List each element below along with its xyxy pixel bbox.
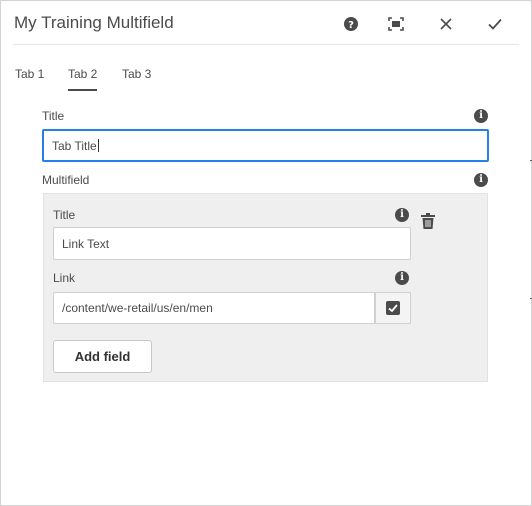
item-link-label: Link xyxy=(53,271,76,285)
tab-2[interactable]: Tab 2 xyxy=(68,67,98,91)
close-button[interactable] xyxy=(434,12,458,36)
help-icon: ? xyxy=(344,17,358,31)
link-path-input[interactable]: /content/we-retail/us/en/men xyxy=(53,292,375,324)
title-input-value: Tab Title xyxy=(52,138,97,153)
svg-text:?: ? xyxy=(348,20,354,31)
help-button[interactable]: ? xyxy=(339,12,363,36)
item-title-value: Link Text xyxy=(62,236,110,251)
fullscreen-icon xyxy=(388,17,404,31)
select-checkbox-icon xyxy=(386,301,400,315)
tab-list: Tab 1 Tab 2 Tab 3 xyxy=(1,61,531,93)
trash-icon[interactable] xyxy=(419,212,437,230)
link-path-value: /content/we-retail/us/en/men xyxy=(62,301,213,315)
tab-1[interactable]: Tab 1 xyxy=(15,67,44,81)
item-title-info-icon[interactable]: i xyxy=(395,208,409,222)
multifield-label: Multifield xyxy=(42,173,90,187)
multifield-info-icon[interactable]: i xyxy=(474,173,488,187)
dialog: My Training Multifield ? Tab 1 Tab 2 Tab… xyxy=(0,0,532,506)
path-browser-button[interactable] xyxy=(375,292,411,324)
done-button[interactable] xyxy=(483,12,507,36)
checkmark-icon xyxy=(488,18,502,30)
item-title-input[interactable]: Link Text xyxy=(53,227,411,260)
add-field-button[interactable]: Add field xyxy=(53,340,152,373)
close-icon xyxy=(440,18,452,30)
tab-3[interactable]: Tab 3 xyxy=(122,67,151,81)
title-input[interactable]: Tab Title xyxy=(42,129,489,162)
title-field-info-icon[interactable]: i xyxy=(474,109,488,123)
text-caret xyxy=(97,139,99,152)
title-field-label: Title xyxy=(42,109,65,123)
fullscreen-button[interactable] xyxy=(384,12,408,36)
item-title-label: Title xyxy=(53,208,76,222)
header-divider xyxy=(13,44,519,45)
item-link-info-icon[interactable]: i xyxy=(395,271,409,285)
dialog-title: My Training Multifield xyxy=(14,13,174,32)
dialog-header: My Training Multifield ? xyxy=(1,1,531,45)
